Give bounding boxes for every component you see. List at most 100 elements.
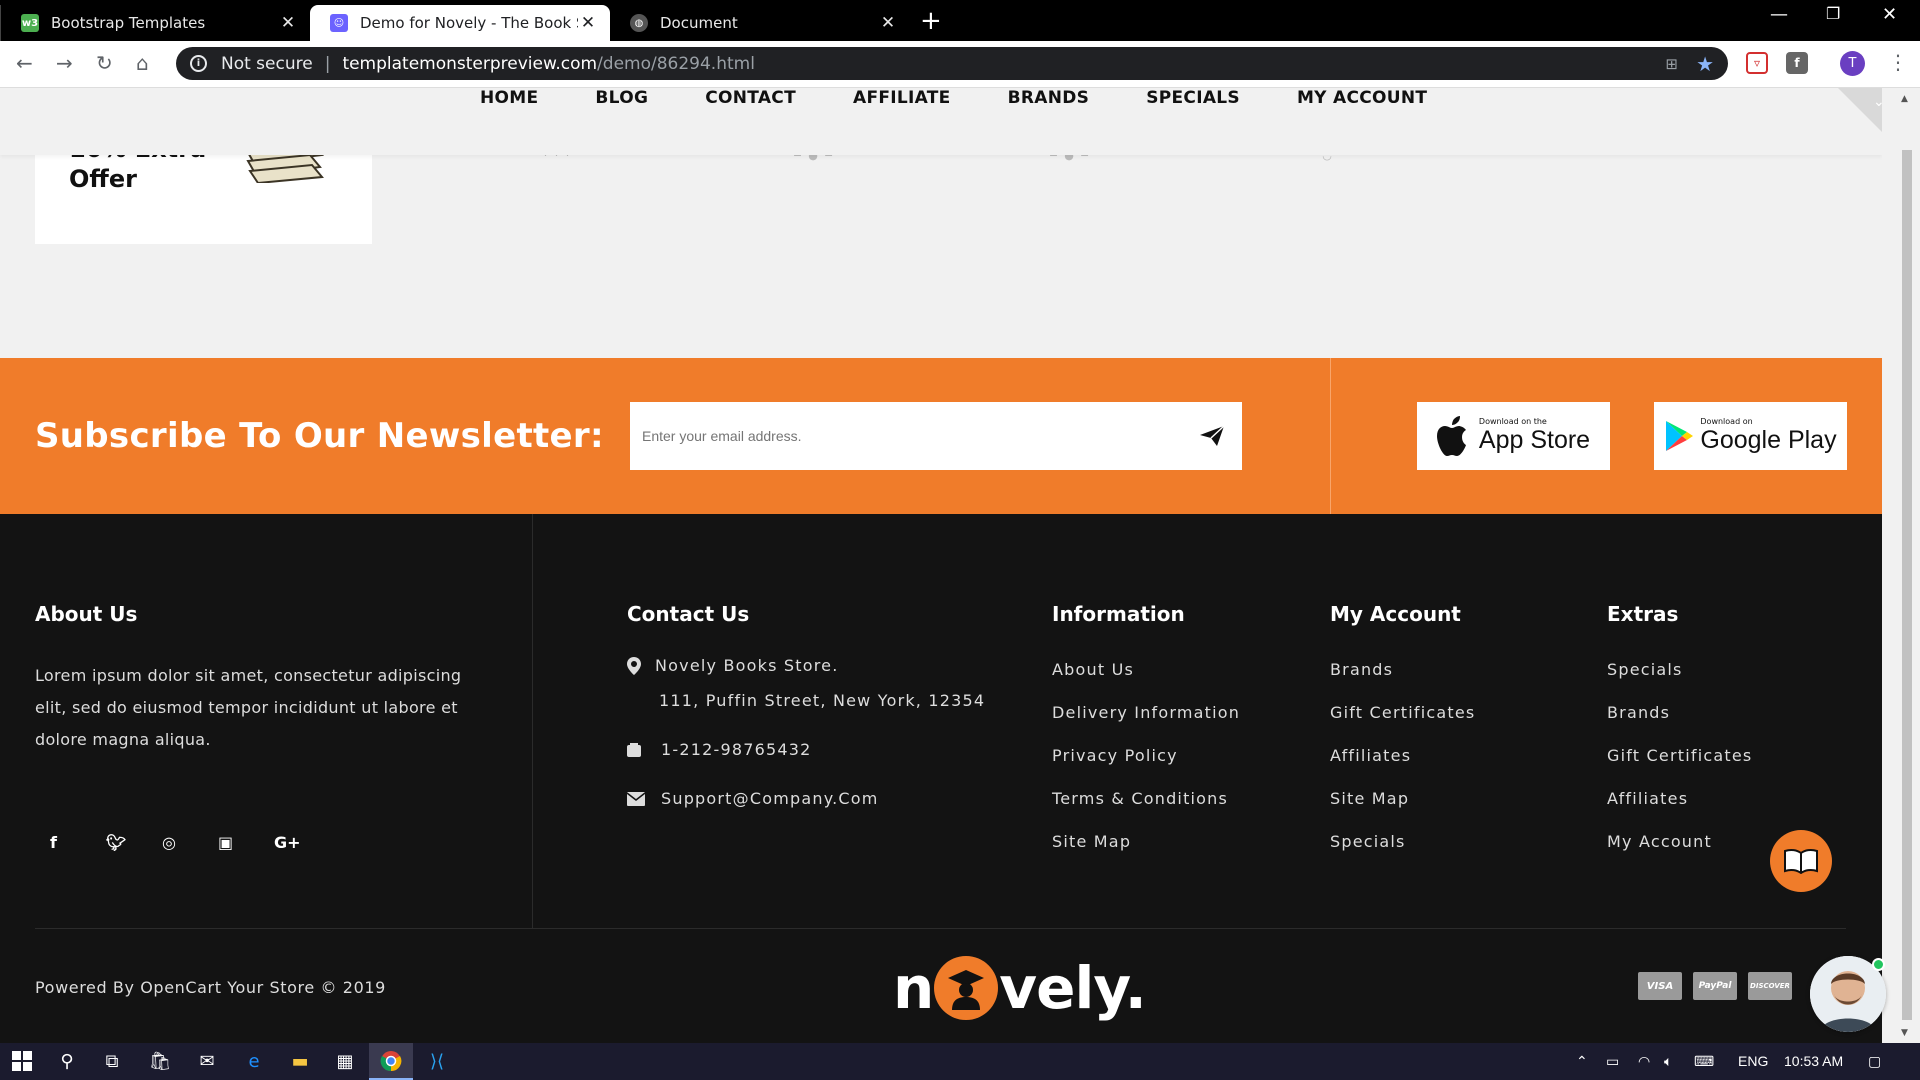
app-store-button[interactable]: Download on the App Store xyxy=(1417,402,1610,470)
footer-horizontal-divider xyxy=(35,928,1846,929)
footer-account-heading: My Account xyxy=(1330,602,1461,626)
chrome-icon[interactable] xyxy=(379,1049,403,1073)
youtube-icon[interactable]: ▣ xyxy=(218,833,274,852)
footer-link-gift-certificates[interactable]: Gift Certificates xyxy=(1607,746,1752,769)
scroll-down-arrow-icon[interactable]: ▼ xyxy=(1901,1028,1908,1038)
footer-link-specials[interactable]: Specials xyxy=(1607,660,1752,683)
footer-link-my-account[interactable]: My Account xyxy=(1607,832,1752,855)
footer-contact-heading: Contact Us xyxy=(627,602,750,626)
mail-icon[interactable]: ✉ xyxy=(195,1049,219,1073)
new-tab-button[interactable]: + xyxy=(920,6,942,36)
footer-link-site-map[interactable]: Site Map xyxy=(1330,789,1475,812)
browser-menu-icon[interactable]: ⋮ xyxy=(1888,50,1908,74)
battery-icon[interactable]: ▭ xyxy=(1606,1053,1619,1070)
newsletter-email-input[interactable] xyxy=(630,402,1182,470)
keyboard-icon[interactable]: ⌨ xyxy=(1694,1053,1714,1070)
app-icon[interactable]: ▦ xyxy=(333,1049,357,1073)
nav-brands[interactable]: BRANDS xyxy=(1008,88,1090,108)
contact-email-address[interactable]: Support@Company.Com xyxy=(661,789,879,808)
minimize-icon[interactable]: — xyxy=(1770,4,1788,25)
restore-icon[interactable]: ❐ xyxy=(1826,4,1840,23)
windows-taskbar: ⚲ ⧉ 🛍︎ ✉ e ▬ ▦ ⟩⟨ ⌃ ▭ ◠ 🔈︎ ⌨ ENG 10:53 A… xyxy=(0,1043,1920,1080)
footer-link-about-us[interactable]: About Us xyxy=(1052,660,1240,683)
vscode-icon[interactable]: ⟩⟨ xyxy=(425,1049,449,1073)
store-icon[interactable]: 🛍︎ xyxy=(148,1049,172,1073)
online-status-dot xyxy=(1872,958,1885,971)
newsletter-section: Subscribe To Our Newsletter: Download on… xyxy=(0,358,1882,514)
nav-specials[interactable]: SPECIALS xyxy=(1146,88,1240,108)
graduate-figure-icon xyxy=(948,970,985,1010)
nav-affiliate[interactable]: AFFILIATE xyxy=(853,88,951,108)
file-explorer-icon[interactable]: ▬ xyxy=(288,1049,312,1073)
footer-link-privacy[interactable]: Privacy Policy xyxy=(1052,746,1240,769)
window-close-icon[interactable]: ✕ xyxy=(1882,4,1897,25)
address-bar[interactable]: i Not secure | templatemonsterpreview.co… xyxy=(176,47,1728,80)
home-icon[interactable]: ⌂ xyxy=(136,51,149,75)
scrollbar-thumb[interactable] xyxy=(1902,150,1912,1020)
contact-email: Support@Company.Com xyxy=(627,789,985,808)
google-play-button[interactable]: Download on Google Play xyxy=(1654,402,1847,470)
scroll-up-arrow-icon[interactable]: ▲ xyxy=(1901,94,1908,104)
wifi-icon[interactable]: ◠ xyxy=(1638,1053,1650,1070)
info-icon[interactable]: i xyxy=(190,55,207,72)
clock[interactable]: 10:53 AM xyxy=(1784,1053,1843,1069)
tab-bootstrap-templates[interactable]: w3 Bootstrap Templates ✕ xyxy=(0,5,310,41)
newsletter-send-button[interactable] xyxy=(1182,402,1242,470)
footer-link-brands[interactable]: Brands xyxy=(1607,703,1752,726)
footer-link-specials[interactable]: Specials xyxy=(1330,832,1475,855)
novely-logo[interactable]: n vely. xyxy=(893,954,1147,1022)
volume-icon[interactable]: 🔈︎ xyxy=(1664,1053,1672,1070)
open-book-icon xyxy=(1784,848,1818,874)
profile-avatar[interactable]: T xyxy=(1840,51,1865,76)
footer-link-gift-certificates[interactable]: Gift Certificates xyxy=(1330,703,1475,726)
close-tab-icon[interactable]: ✕ xyxy=(878,13,898,33)
footer-account-links: Brands Gift Certificates Affiliates Site… xyxy=(1330,660,1475,855)
back-arrow-icon[interactable]: ← xyxy=(16,51,33,75)
footer-extras-links: Specials Brands Gift Certificates Affili… xyxy=(1607,660,1752,855)
instagram-icon[interactable]: ◎ xyxy=(162,833,218,852)
chat-toggle-button[interactable] xyxy=(1770,830,1832,892)
language-indicator[interactable]: ENG xyxy=(1738,1053,1768,1069)
windows-start-icon[interactable] xyxy=(10,1049,34,1073)
contact-phone-number[interactable]: 1-212-98765432 xyxy=(661,740,812,759)
twitter-icon[interactable]: 🐦︎ xyxy=(106,833,162,852)
tray-chevron-icon[interactable]: ⌃ xyxy=(1576,1053,1588,1070)
browser-toolbar: ← → ↻ ⌂ i Not secure | templatemonsterpr… xyxy=(0,41,1920,88)
app-store-label: App Store xyxy=(1478,426,1591,454)
close-tab-icon[interactable]: ✕ xyxy=(578,13,598,33)
contact-address-2: 111, Puffin Street, New York, 12354 xyxy=(627,691,985,710)
footer-about: About Us Lorem ipsum dolor sit amet, con… xyxy=(35,602,485,756)
tab-novely-demo[interactable]: ☺ Demo for Novely - The Book Stor ✕ xyxy=(310,5,610,41)
newsletter-divider xyxy=(1330,358,1331,514)
pocket-extension-icon[interactable]: ▿ xyxy=(1746,52,1768,74)
close-tab-icon[interactable]: ✕ xyxy=(278,13,298,33)
footer-link-affiliates[interactable]: Affiliates xyxy=(1330,746,1475,769)
separator: | xyxy=(324,53,331,74)
tab-document[interactable]: ◍ Document ✕ xyxy=(610,5,910,41)
nav-blog[interactable]: BLOG xyxy=(595,88,648,108)
apple-icon xyxy=(1436,416,1466,456)
contact-address-line2: 111, Puffin Street, New York, 12354 xyxy=(659,691,986,710)
task-view-icon[interactable]: ⧉ xyxy=(100,1049,124,1073)
footer-link-terms[interactable]: Terms & Conditions xyxy=(1052,789,1240,812)
footer-link-site-map[interactable]: Site Map xyxy=(1052,832,1240,855)
search-icon[interactable]: ⚲ xyxy=(55,1049,79,1073)
nav-my-account[interactable]: MY ACCOUNT xyxy=(1297,88,1427,108)
reload-icon[interactable]: ↻ xyxy=(96,51,113,75)
edge-icon[interactable]: e xyxy=(242,1049,266,1073)
footer-link-delivery[interactable]: Delivery Information xyxy=(1052,703,1240,726)
payment-methods: VISA PayPal DISCOVER xyxy=(1638,972,1803,1000)
notifications-icon[interactable]: ▢ xyxy=(1868,1053,1881,1070)
forward-arrow-icon[interactable]: → xyxy=(56,51,73,75)
nav-home[interactable]: HOME xyxy=(480,88,538,108)
contact-address-line1: Novely Books Store. xyxy=(655,656,839,675)
nav-contact[interactable]: CONTACT xyxy=(705,88,796,108)
facebook-icon[interactable]: f xyxy=(50,833,106,852)
bookmark-star-icon[interactable]: ★ xyxy=(1696,52,1714,76)
facebook-extension-icon[interactable]: f xyxy=(1786,52,1808,74)
footer-link-brands[interactable]: Brands xyxy=(1330,660,1475,683)
translate-icon[interactable]: ⊞ xyxy=(1665,55,1678,73)
footer-link-affiliates[interactable]: Affiliates xyxy=(1607,789,1752,812)
google-plus-icon[interactable]: G+ xyxy=(274,833,330,852)
page-scrollbar[interactable]: ▲ ▼ xyxy=(1882,88,1920,1043)
